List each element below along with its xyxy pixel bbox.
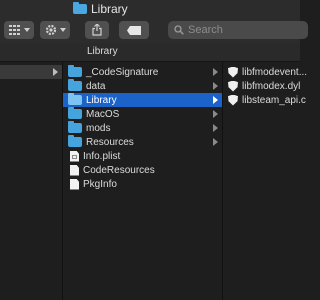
share-icon <box>92 24 102 36</box>
title-bar: Library <box>0 0 300 17</box>
folder-icon <box>68 135 82 147</box>
column-parent[interactable] <box>0 62 62 300</box>
view-options-button[interactable] <box>4 21 34 39</box>
list-item-pkginfo[interactable]: PkgInfo <box>63 177 222 191</box>
chevron-right-icon <box>213 68 218 76</box>
item-label: CodeResources <box>83 164 155 176</box>
list-item-resources[interactable]: Resources <box>63 135 222 149</box>
folder-icon <box>68 79 82 91</box>
document-icon <box>70 178 79 190</box>
chevron-down-icon <box>59 28 66 32</box>
search-field[interactable] <box>168 21 308 39</box>
folder-icon <box>68 65 82 77</box>
window-title-group: Library <box>73 2 128 16</box>
share-button[interactable] <box>85 21 109 39</box>
item-label: PkgInfo <box>83 178 117 190</box>
tags-button[interactable] <box>119 21 149 39</box>
gear-icon <box>45 24 56 36</box>
item-label: libsteam_api.c <box>242 94 306 106</box>
list-item-libfmodex[interactable]: libfmodex.dyl <box>223 79 300 93</box>
column-library-contents[interactable]: libfmodevent... libfmodex.dyl libsteam_a… <box>223 62 307 300</box>
executable-shield-icon <box>228 66 238 78</box>
tag-icon <box>127 25 141 35</box>
chevron-right-icon <box>53 68 58 76</box>
item-label: Library <box>86 94 117 106</box>
chevron-right-icon <box>213 110 218 118</box>
item-label: data <box>86 80 106 92</box>
search-icon <box>174 25 184 35</box>
item-label: Resources <box>86 136 134 148</box>
list-item-codesignature[interactable]: _CodeSignature <box>63 65 222 79</box>
chevron-right-icon <box>213 138 218 146</box>
item-label: _CodeSignature <box>86 66 159 78</box>
window-title: Library <box>91 2 128 16</box>
list-item-libfmodevent[interactable]: libfmodevent... <box>223 65 307 79</box>
chevron-down-icon <box>23 28 30 32</box>
chevron-right-icon <box>213 124 218 132</box>
folder-icon <box>68 107 82 119</box>
document-icon <box>70 164 79 176</box>
list-item-selected-parent[interactable] <box>0 65 62 79</box>
action-button[interactable] <box>40 21 70 39</box>
list-item-libsteam-api[interactable]: libsteam_api.c <box>223 93 306 107</box>
item-label: mods <box>86 122 111 134</box>
list-item-data[interactable]: data <box>63 79 222 93</box>
folder-icon <box>73 2 87 14</box>
list-item-info-plist[interactable]: Info.plist <box>63 149 222 163</box>
chevron-right-icon <box>213 82 218 90</box>
search-input[interactable] <box>188 24 298 36</box>
list-item-library[interactable]: Library <box>63 93 222 107</box>
plist-file-icon <box>70 150 79 162</box>
toolbar <box>0 17 308 43</box>
list-item-mods[interactable]: mods <box>63 121 222 135</box>
column-contents[interactable]: _CodeSignature data Library MacOS mods R… <box>63 62 222 300</box>
item-label: libfmodevent... <box>242 66 308 78</box>
grid-icon <box>8 25 20 35</box>
chevron-right-icon <box>213 96 218 104</box>
folder-icon <box>68 93 82 105</box>
executable-shield-icon <box>228 80 238 92</box>
item-label: libfmodex.dyl <box>242 80 301 92</box>
list-item-macos[interactable]: MacOS <box>63 107 222 121</box>
folder-icon <box>68 121 82 133</box>
path-bar: Library <box>0 43 300 62</box>
executable-shield-icon <box>228 94 238 106</box>
item-label: Info.plist <box>83 150 121 162</box>
path-bar-label: Library <box>87 46 118 57</box>
list-item-coderesources[interactable]: CodeResources <box>63 163 222 177</box>
item-label: MacOS <box>86 108 120 120</box>
